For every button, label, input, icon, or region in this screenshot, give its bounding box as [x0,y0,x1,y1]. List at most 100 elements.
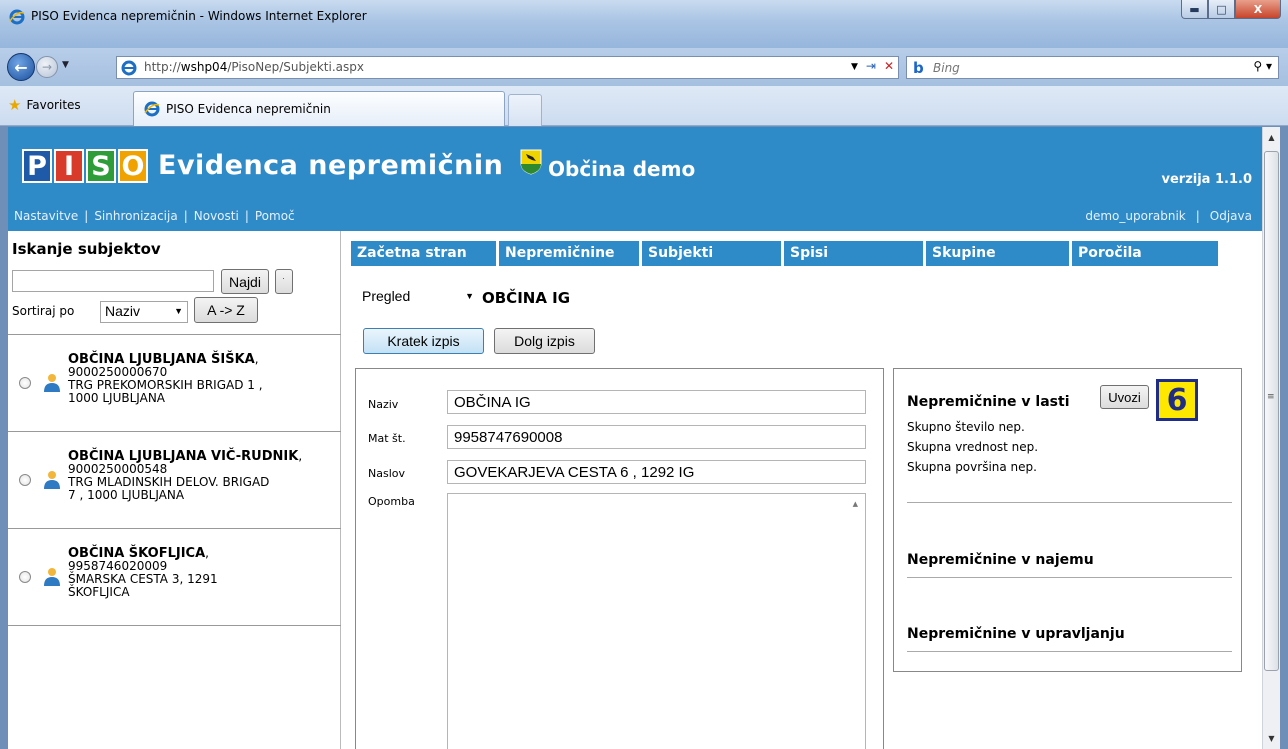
entity-title: OBČINA IG [482,289,571,307]
total-area-label: Skupna površina nep. [907,460,1037,474]
back-button[interactable]: ← [7,53,35,81]
divider [907,502,1232,503]
advanced-search-button[interactable]: ˙ [275,269,293,294]
sort-direction-button[interactable]: A -> Z [194,297,258,323]
stop-icon[interactable]: ✕ [884,59,894,73]
opomba-label: Opomba [368,495,415,508]
search-box[interactable]: b ⚲ ▾ [906,56,1279,79]
user-name-link[interactable]: demo_uporabnik [1085,209,1185,223]
favorites-bar: ★ Favorites PISO Evidenca nepremičnin [0,86,1288,126]
logo-letter: O [118,149,148,183]
import-button[interactable]: Uvozi [1100,385,1149,409]
app-title: Evidenca nepremičnin [158,150,504,181]
scroll-thumb[interactable] [1264,151,1279,671]
sort-label: Sortiraj po [12,304,75,318]
owned-properties-title: Nepremičnine v lasti [907,394,1070,410]
sort-select[interactable]: Naziv ▼ [100,301,188,323]
step-badge: 6 [1156,379,1198,421]
forward-button[interactable]: → [36,56,58,78]
compatibility-view-icon[interactable]: ⇥ [866,59,876,73]
page-icon [121,60,137,76]
tab-files[interactable]: Spisi [784,241,923,266]
rented-properties-title: Nepremičnine v najemu [907,552,1094,568]
mat-field[interactable] [447,425,866,449]
logo-letter: I [54,149,84,183]
total-value-label: Skupna vrednost nep. [907,440,1039,454]
subject-detail-form: Naziv Mat št. Naslov Opomba ▲ [355,368,884,749]
ie-page-icon [144,101,160,117]
subject-radio[interactable] [19,377,31,389]
bing-icon: b [913,59,924,77]
tab-properties[interactable]: Nepremičnine [499,241,639,266]
mat-label: Mat št. [368,432,406,445]
page-viewport: P I S O Evidenca nepremičnin Občina demo… [8,127,1262,749]
scroll-down-icon[interactable]: ▼ [1263,730,1280,747]
tab-label: PISO Evidenca nepremičnin [166,102,331,116]
person-icon [44,374,60,392]
subject-search-input[interactable] [12,270,214,292]
piso-logo: P I S O [22,149,148,183]
list-item[interactable]: OBČINA ŠKOFLJICA, 9958746020009 ŠMARSKA … [8,529,341,626]
chevron-down-icon: ▼ [174,306,183,316]
naslov-field[interactable] [447,460,866,484]
main-menu: Začetna stran Nepremičnine Subjekti Spis… [351,241,1218,266]
link-settings[interactable]: Nastavitve [14,209,78,223]
logo-letter: P [22,149,52,183]
naziv-label: Naziv [368,398,399,411]
browser-tab[interactable]: PISO Evidenca nepremičnin [133,91,505,126]
properties-panel: Nepremičnine v lasti Uvozi 6 Skupno štev… [893,368,1242,672]
search-icon[interactable]: ⚲ ▾ [1253,59,1272,73]
scroll-up-icon[interactable]: ▲ [1263,129,1280,146]
long-print-button[interactable]: Dolg izpis [494,328,595,354]
vertical-scrollbar[interactable]: ▲ ≡ ▼ [1262,127,1280,749]
url-text[interactable]: http://wshp04/PisoNep/Subjekti.aspx [144,60,364,74]
list-item[interactable]: OBČINA LJUBLJANA VIČ-RUDNIK, 90002500005… [8,432,341,529]
top-links: Nastavitve | Sinhronizacija | Novosti | Pomoč [14,209,295,223]
subject-radio[interactable] [19,571,31,583]
subject-city: 7 , 1000 LJUBLJANA [68,488,185,502]
ie-icon [9,9,25,25]
scroll-up-icon[interactable]: ▲ [853,500,858,508]
favorites-button[interactable]: ★ Favorites [8,96,81,114]
address-dropdown-icon[interactable]: ▼ [851,62,858,73]
logout-link[interactable]: Odjava [1210,209,1252,223]
tab-home[interactable]: Začetna stran [351,241,496,266]
subject-city: ŠKOFLJICA [68,585,130,599]
link-help[interactable]: Pomoč [255,209,295,223]
short-print-button[interactable]: Kratek izpis [363,328,484,354]
link-sync[interactable]: Sinhronizacija [94,209,177,223]
tab-groups[interactable]: Skupine [926,241,1069,266]
link-news[interactable]: Novosti [194,209,239,223]
view-mode-select[interactable]: Pregled ▼ [358,285,476,309]
person-icon [44,568,60,586]
minimize-button[interactable]: ▬ [1181,0,1208,19]
find-button[interactable]: Najdi [221,269,269,294]
maximize-button[interactable]: □ [1208,0,1235,19]
chevron-down-icon: ▼ [465,291,474,301]
scroll-grip-icon: ≡ [1267,392,1275,402]
search-input[interactable] [933,59,1223,77]
sidebar-title: Iskanje subjektov [12,240,161,258]
tab-reports[interactable]: Poročila [1072,241,1218,266]
address-bar[interactable]: http://wshp04/PisoNep/Subjekti.aspx ▼ ⇥ … [116,56,899,79]
app-version: verzija 1.1.0 [1161,172,1253,187]
app-header: P I S O Evidenca nepremičnin Občina demo… [8,127,1262,231]
naziv-field[interactable] [447,390,866,414]
recent-pages-dropdown[interactable]: ▼ [62,60,69,70]
subject-search-sidebar: Iskanje subjektov Najdi ˙ Sortiraj po Na… [8,231,341,749]
divider [907,651,1232,652]
total-count-label: Skupno število nep. [907,420,1025,434]
list-item[interactable]: OBČINA LJUBLJANA ŠIŠKA, 9000250000670 TR… [8,335,341,432]
managed-properties-title: Nepremičnine v upravljanju [907,626,1125,642]
new-tab-button[interactable] [508,94,542,126]
tab-subjects[interactable]: Subjekti [642,241,781,266]
logo-letter: S [86,149,116,183]
subject-radio[interactable] [19,474,31,486]
close-button[interactable]: X [1235,0,1281,19]
user-links: demo_uporabnik | Odjava [1085,209,1252,223]
window-frame [1280,127,1288,749]
divider [907,577,1232,578]
opomba-textarea[interactable]: ▲ [447,493,866,749]
star-icon: ★ [8,96,22,114]
window-titlebar: PISO Evidenca nepremičnin - Windows Inte… [0,0,1288,48]
